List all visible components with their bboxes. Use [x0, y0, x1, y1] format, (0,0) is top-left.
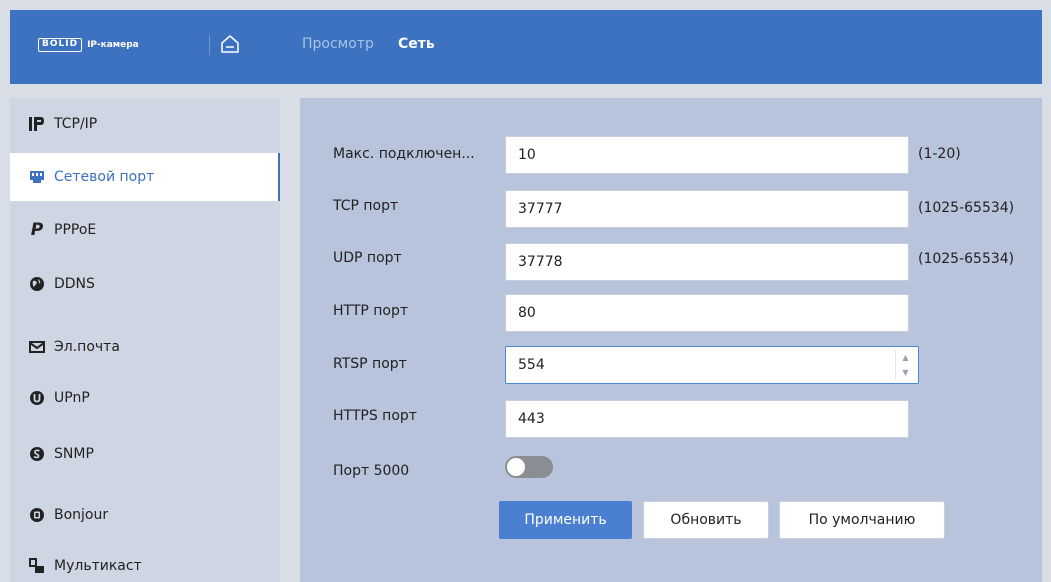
- globe-icon: [28, 275, 46, 293]
- rtsp-port-input[interactable]: 554: [505, 346, 919, 384]
- sidebar-item-label: Сетевой порт: [54, 169, 155, 185]
- rtsp-port-spinner: ▲ ▼: [895, 350, 915, 380]
- sidebar: TCP/IP Сетевой порт P PPPoE DDNS Эл.почт…: [10, 98, 280, 582]
- top-header: BOLID IP-камера Просмотр Сеть: [10, 10, 1042, 84]
- max-connections-label: Макс. подключен...: [333, 146, 475, 162]
- sidebar-item-label: SNMP: [54, 446, 94, 462]
- chevron-down-icon[interactable]: ▼: [896, 365, 915, 380]
- sidebar-item-multicast[interactable]: Мультикаст: [10, 542, 280, 582]
- tcp-port-range: (1025-65534): [918, 200, 1015, 216]
- sidebar-item-label: UPnP: [54, 390, 90, 406]
- https-port-input[interactable]: 443: [505, 400, 909, 438]
- udp-port-label: UDP порт: [333, 250, 402, 266]
- apply-button[interactable]: Применить: [499, 501, 632, 539]
- http-port-label: HTTP порт: [333, 303, 409, 319]
- logo-mark: BOLID: [38, 38, 83, 52]
- sidebar-item-label: Bonjour: [54, 507, 109, 523]
- p-icon: P: [30, 220, 44, 240]
- sidebar-item-label: TCP/IP: [54, 116, 98, 132]
- tcp-port-label: TCP порт: [333, 198, 399, 214]
- sidebar-item-label: DDNS: [54, 276, 95, 292]
- sidebar-item-pppoe[interactable]: P PPPoE: [10, 206, 280, 254]
- sidebar-item-snmp[interactable]: SNMP: [10, 430, 280, 478]
- sidebar-item-bonjour[interactable]: Bonjour: [10, 491, 280, 539]
- default-button[interactable]: По умолчанию: [779, 501, 945, 539]
- upnp-icon: [28, 389, 46, 407]
- sidebar-item-tcpip[interactable]: TCP/IP: [10, 100, 280, 148]
- udp-port-range: (1025-65534): [918, 251, 1015, 267]
- max-connections-input[interactable]: 10: [505, 136, 909, 174]
- network-port-icon: [28, 168, 46, 186]
- port5000-label: Порт 5000: [333, 463, 410, 479]
- port5000-toggle[interactable]: [505, 456, 553, 478]
- snmp-icon: [28, 445, 46, 463]
- max-connections-range: (1-20): [918, 146, 961, 162]
- brand-logo: BOLID IP-камера: [38, 38, 139, 52]
- home-icon[interactable]: [219, 33, 241, 55]
- sidebar-item-upnp[interactable]: UPnP: [10, 374, 280, 422]
- refresh-button[interactable]: Обновить: [643, 501, 769, 539]
- https-port-label: HTTPS порт: [333, 408, 417, 424]
- sidebar-item-label: Мультикаст: [54, 558, 142, 574]
- bonjour-icon: [28, 506, 46, 524]
- sidebar-item-label: PPPoE: [54, 222, 97, 238]
- tcp-port-input[interactable]: 37777: [505, 190, 909, 228]
- tab-network[interactable]: Сеть: [398, 36, 435, 52]
- header-divider: [209, 35, 210, 55]
- chevron-up-icon[interactable]: ▲: [896, 350, 915, 365]
- logo-caption: IP-камера: [87, 40, 139, 50]
- sidebar-item-network-port[interactable]: Сетевой порт: [10, 153, 280, 201]
- multicast-icon: [28, 557, 46, 575]
- http-port-input[interactable]: 80: [505, 294, 909, 332]
- rtsp-port-label: RTSP порт: [333, 356, 407, 372]
- tab-view[interactable]: Просмотр: [302, 36, 374, 52]
- toggle-knob: [507, 458, 525, 476]
- udp-port-input[interactable]: 37778: [505, 243, 909, 281]
- sidebar-item-email[interactable]: Эл.почта: [10, 323, 280, 371]
- sidebar-item-label: Эл.почта: [54, 339, 120, 355]
- sidebar-item-ddns[interactable]: DDNS: [10, 260, 280, 308]
- mail-icon: [28, 338, 46, 356]
- ip-icon: [28, 115, 46, 133]
